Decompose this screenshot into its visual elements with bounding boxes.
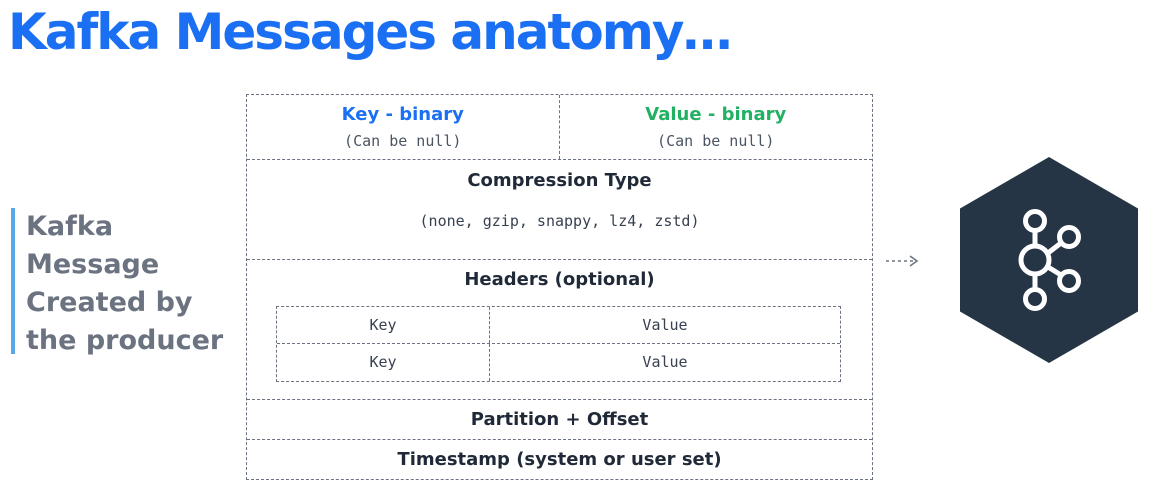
kafka-logo-icon [960, 157, 1138, 363]
partition-offset-row: Partition + Offset [247, 400, 872, 440]
compression-options: (none, gzip, snappy, lz4, zstd) [419, 212, 700, 230]
key-value-row: Key - binary (Can be null) Value - binar… [247, 95, 872, 160]
value-label: Value - binary [645, 104, 787, 125]
header-key: Key [277, 307, 490, 343]
partition-offset-label: Partition + Offset [470, 409, 649, 430]
compression-row: Compression Type (none, gzip, snappy, lz… [247, 160, 872, 260]
slide-title: Kafka Messages anatomy… [8, 3, 732, 61]
caption-accent-bar [11, 208, 15, 354]
dashed-arrow-icon [886, 255, 919, 267]
timestamp-row: Timestamp (system or user set) [247, 440, 872, 479]
message-anatomy-diagram: Key - binary (Can be null) Value - binar… [246, 94, 873, 480]
headers-table: Key Value Key Value [276, 306, 841, 382]
key-note: (Can be null) [344, 132, 462, 150]
key-label: Key - binary [341, 104, 464, 125]
value-cell: Value - binary (Can be null) [560, 95, 873, 159]
value-note: (Can be null) [657, 132, 775, 150]
headers-title: Headers (optional) [464, 269, 655, 290]
header-entry: Key Value [277, 307, 840, 344]
header-value: Value [642, 316, 688, 334]
timestamp-label: Timestamp (system or user set) [397, 449, 722, 470]
compression-title: Compression Type [467, 170, 652, 191]
producer-caption: Kafka Message Created by the producer [26, 211, 224, 356]
header-key: Key [277, 344, 490, 381]
key-cell: Key - binary (Can be null) [247, 95, 560, 159]
headers-row: Headers (optional) Key Value Key Value [247, 260, 872, 400]
header-value: Value [642, 353, 688, 371]
header-entry: Key Value [277, 344, 840, 381]
